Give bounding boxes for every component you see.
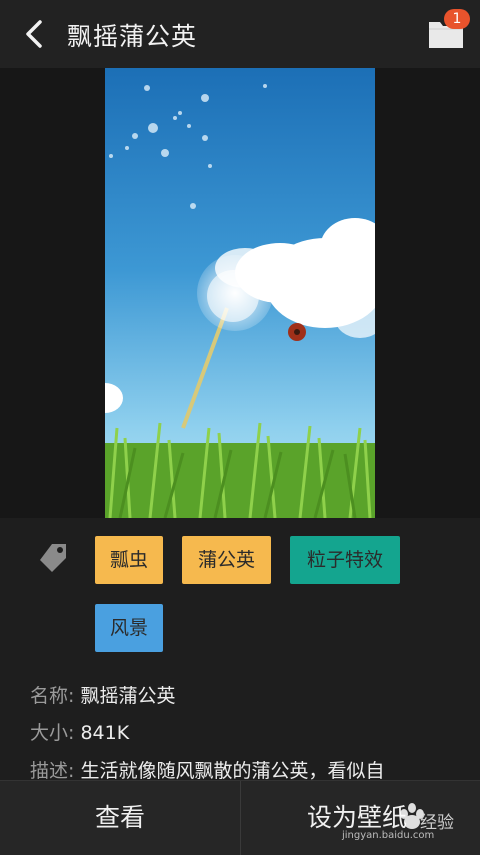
info-name-row: 名称: 飘摇蒲公英 (30, 681, 175, 708)
wallpaper-image (105, 68, 375, 518)
size-label: 大小: (30, 722, 75, 744)
page-title: 飘摇蒲公英 (67, 22, 198, 51)
chevron-left-icon (26, 20, 42, 48)
top-bar: 飘摇蒲公英 1 (0, 0, 480, 68)
notification-badge: 1 (444, 9, 470, 29)
watermark-url: jingyan.baidu.com (342, 830, 435, 841)
tag-chip-ladybug[interactable]: 瓢虫 (95, 536, 163, 584)
tag-chip-scenery[interactable]: 风景 (95, 604, 163, 652)
wallpaper-preview[interactable] (105, 68, 375, 518)
name-label: 名称: (30, 685, 75, 707)
size-value: 841K (80, 722, 130, 744)
tag-chip-particle-effect[interactable]: 粒子特效 (290, 536, 400, 584)
back-button[interactable] (18, 18, 50, 50)
info-description-row: 描述: 生活就像随风飘散的蒲公英，看似自 (30, 756, 384, 783)
name-value: 飘摇蒲公英 (80, 685, 176, 707)
description-label: 描述: (30, 760, 75, 782)
tag-icon (38, 540, 70, 574)
view-button[interactable]: 查看 (0, 781, 240, 855)
description-value: 生活就像随风飘散的蒲公英，看似自 (80, 760, 385, 782)
tag-chip-dandelion[interactable]: 蒲公英 (182, 536, 271, 584)
info-size-row: 大小: 841K (30, 718, 129, 745)
